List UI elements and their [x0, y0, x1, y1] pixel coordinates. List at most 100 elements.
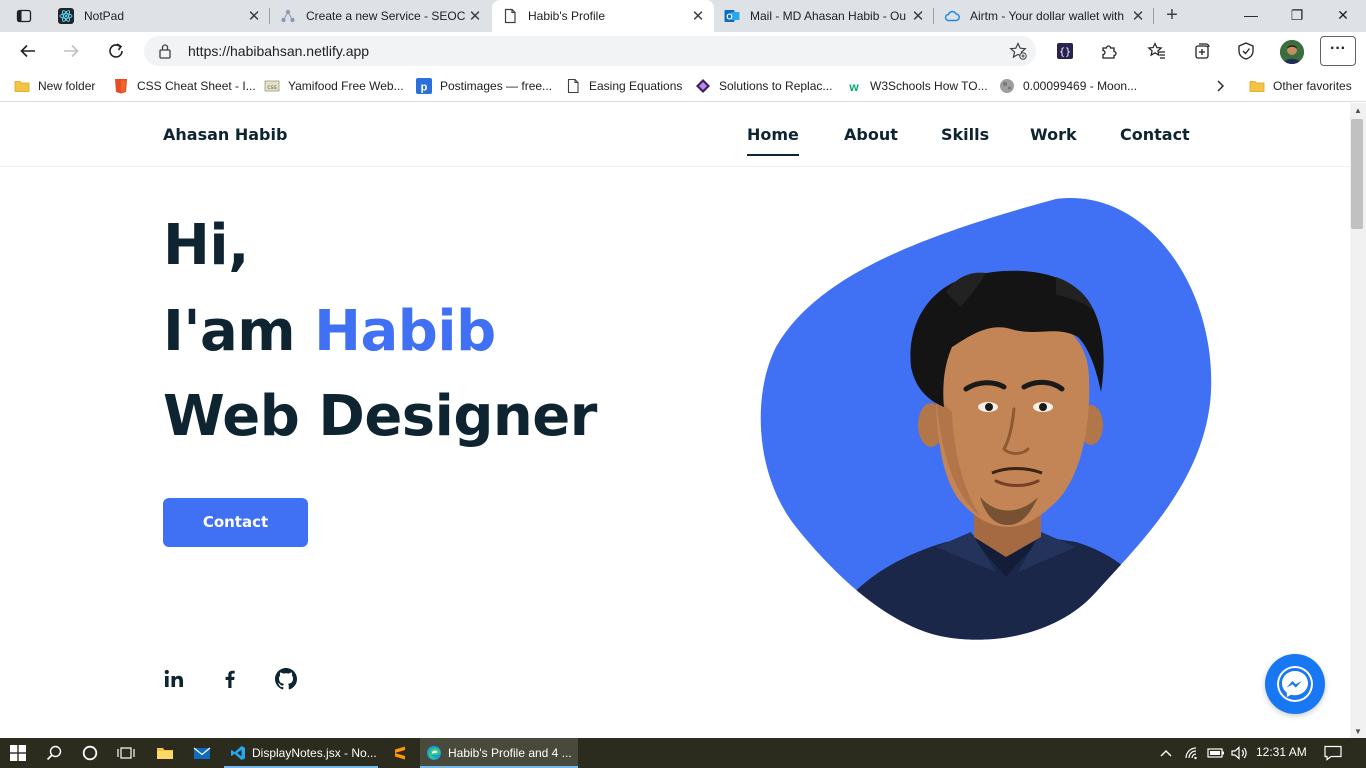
github-icon[interactable] [274, 667, 298, 691]
forward-button[interactable] [57, 37, 85, 65]
page-scrollbar[interactable]: ▲ ▼ [1350, 103, 1366, 738]
new-tab-button[interactable]: + [1160, 4, 1184, 28]
bookmark-yamifood[interactable]: css Yamifood Free Web... [264, 77, 404, 95]
profile-image [756, 197, 1216, 643]
back-button[interactable] [14, 37, 42, 65]
svg-text:O: O [726, 13, 732, 22]
folder-icon [1249, 81, 1265, 92]
hero-title: Web Designer [163, 384, 597, 449]
minimize-button[interactable]: — [1228, 0, 1274, 32]
folder-icon [14, 81, 30, 92]
notifications-icon[interactable] [1322, 738, 1344, 768]
close-icon[interactable]: ✕ [688, 7, 708, 25]
close-icon[interactable]: ✕ [244, 7, 264, 25]
extensions-puzzle-icon[interactable] [1097, 39, 1121, 63]
bookmark-label: Solutions to Replac... [719, 79, 833, 93]
svg-text:{}: {} [1059, 47, 1071, 58]
file-explorer-icon[interactable] [153, 738, 177, 768]
bookmark-other-favorites[interactable]: Other favorites [1249, 77, 1352, 95]
messenger-icon [1277, 666, 1313, 702]
bookmark-new-folder[interactable]: New folder [14, 77, 95, 95]
linkedin-icon[interactable] [162, 667, 186, 691]
collections-icon[interactable] [1190, 39, 1214, 63]
volume-icon[interactable] [1229, 738, 1251, 768]
edge-icon [427, 746, 441, 760]
scroll-up-icon[interactable]: ▲ [1354, 106, 1362, 115]
diamond-icon [696, 79, 710, 93]
tab-notpad[interactable]: NotPad ✕ [48, 0, 270, 32]
tab-actions-icon[interactable] [8, 4, 40, 28]
nav-contact[interactable]: Contact [1120, 125, 1190, 144]
contact-button[interactable]: Contact [163, 498, 308, 547]
bookmark-label: 0.00099469 - Moon... [1023, 79, 1138, 93]
close-icon[interactable]: ✕ [1128, 7, 1148, 25]
close-icon[interactable]: ✕ [465, 7, 485, 25]
sublime-text-icon[interactable] [388, 738, 412, 768]
nav-work[interactable]: Work [1030, 125, 1077, 144]
browser-essentials-icon[interactable] [1234, 39, 1258, 63]
favorites-icon[interactable] [1145, 39, 1169, 63]
bookmark-postimages[interactable]: p Postimages — free... [416, 77, 552, 95]
close-window-button[interactable]: ✕ [1320, 0, 1366, 32]
network-icon [280, 8, 296, 24]
tab-strip: NotPad ✕ Create a new Service - SEOCl ✕ … [0, 0, 1366, 32]
outlook-icon: O [724, 8, 740, 24]
address-bar[interactable]: https://habibahsan.netlify.app [144, 36, 1036, 66]
browser-toolbar: https://habibahsan.netlify.app {} ··· [0, 32, 1366, 70]
svg-text:w: w [848, 80, 859, 94]
nav-skills[interactable]: Skills [941, 125, 989, 144]
scroll-down-icon[interactable]: ▼ [1354, 727, 1362, 736]
windows-start-icon[interactable] [6, 738, 30, 768]
moon-icon [1000, 79, 1014, 93]
lock-icon[interactable] [158, 43, 172, 64]
cloud-icon [944, 8, 960, 24]
show-hidden-icons[interactable] [1156, 738, 1176, 768]
bookmarks-overflow-icon[interactable] [1213, 77, 1227, 95]
cortana-icon[interactable] [78, 738, 102, 768]
bookmark-label: W3Schools How TO... [870, 79, 988, 93]
bookmark-easing-equations[interactable]: Easing Equations [565, 77, 682, 95]
taskbar-edge[interactable]: Habib's Profile and 4 ... [420, 738, 578, 768]
settings-menu-button[interactable]: ··· [1320, 36, 1356, 66]
url-text[interactable]: https://habibahsan.netlify.app [188, 43, 369, 59]
task-view-icon[interactable] [114, 738, 138, 768]
taskbar-vscode[interactable]: DisplayNotes.jsx - No... [224, 738, 378, 768]
bookmark-label: CSS Cheat Sheet - I... [137, 79, 256, 93]
bookmark-css-cheat-sheet[interactable]: CSS Cheat Sheet - I... [113, 77, 256, 95]
bookmark-moon[interactable]: 0.00099469 - Moon... [999, 77, 1137, 95]
site-logo[interactable]: Ahasan Habib [163, 125, 287, 144]
facebook-icon[interactable] [218, 667, 242, 691]
refresh-button[interactable] [102, 37, 130, 65]
tab-title: Create a new Service - SEOCl [306, 9, 465, 23]
extension-brackets-icon[interactable]: {} [1053, 39, 1077, 63]
close-icon[interactable]: ✕ [908, 7, 928, 25]
page-icon [502, 8, 518, 24]
vscode-icon [231, 746, 245, 760]
add-favorite-icon[interactable] [1008, 41, 1028, 66]
hero-intro: I'am Habib [163, 304, 496, 360]
tab-airtm[interactable]: Airtm - Your dollar wallet with ✕ [934, 0, 1154, 32]
bookmark-w3schools[interactable]: w W3Schools How TO... [846, 77, 988, 95]
taskbar-clock[interactable]: 12:31 AM [1256, 745, 1307, 759]
hero-name: Habib [314, 299, 496, 364]
scroll-thumb[interactable] [1351, 119, 1363, 229]
tab-title: NotPad [84, 9, 125, 23]
tab-divider [1153, 8, 1154, 24]
tab-mail[interactable]: O Mail - MD Ahasan Habib - Ou ✕ [714, 0, 934, 32]
nav-about[interactable]: About [844, 125, 898, 144]
bookmark-label: Postimages — free... [440, 79, 553, 93]
profile-avatar[interactable] [1280, 40, 1304, 64]
battery-icon[interactable] [1206, 738, 1226, 768]
nav-home[interactable]: Home [747, 125, 799, 156]
messenger-chat-button[interactable] [1265, 654, 1325, 714]
restore-button[interactable]: ❐ [1274, 0, 1320, 32]
tab-create-service[interactable]: Create a new Service - SEOCl ✕ [270, 0, 491, 32]
taskbar-app-label: DisplayNotes.jsx - No... [252, 746, 377, 760]
tab-habibs-profile[interactable]: Habib's Profile ✕ [492, 0, 714, 32]
bookmark-solutions[interactable]: Solutions to Replac... [695, 77, 832, 95]
wifi-icon[interactable] [1182, 738, 1202, 768]
bookmark-label: Yamifood Free Web... [288, 79, 404, 93]
mail-icon[interactable] [190, 738, 214, 768]
bookmark-label: New folder [38, 79, 96, 93]
search-icon[interactable] [42, 738, 66, 768]
